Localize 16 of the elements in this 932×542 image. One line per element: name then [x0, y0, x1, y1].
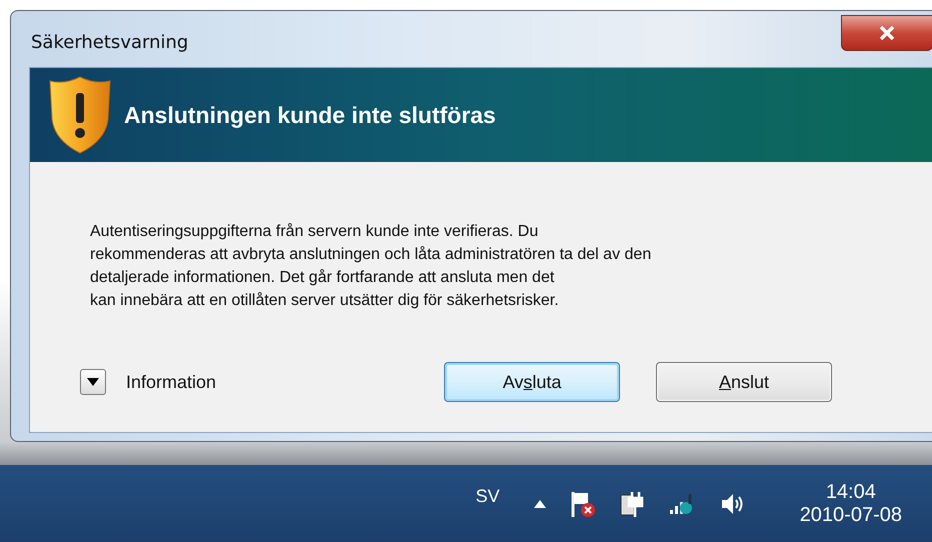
caret-icon — [87, 378, 99, 386]
dialog-button[interactable]: Anslut — [656, 362, 832, 402]
show-hidden-icons-arrow-icon[interactable] — [534, 500, 546, 508]
clock[interactable]: 14:04 2010-07-08 — [800, 480, 902, 526]
close-button[interactable] — [841, 15, 932, 51]
language-indicator[interactable]: SV — [476, 486, 500, 507]
details-label: Information — [126, 372, 216, 392]
message-text: Autentiseringsuppgifterna från servern kunde inte verifieras. Du rekommenderas att avbryta anslutningen och låta administratören ta del av den detaljerade informationen. Det går fortfarande att ansluta men det kan innebära att en otillåten server utsätter dig för säkerhetsrisker. — [90, 222, 652, 311]
power-plug-icon[interactable] — [620, 490, 644, 518]
window-title: Säkerhetsvarning — [30, 32, 188, 52]
expand-toggle[interactable] — [80, 369, 106, 395]
warning-shield-icon — [48, 75, 112, 155]
dialog-button[interactable]: Avsluta — [444, 362, 620, 402]
close-icon — [879, 26, 895, 40]
header-title: Anslutningen kunde inte slutföras — [124, 102, 496, 128]
flag-error-icon[interactable] — [570, 490, 596, 518]
